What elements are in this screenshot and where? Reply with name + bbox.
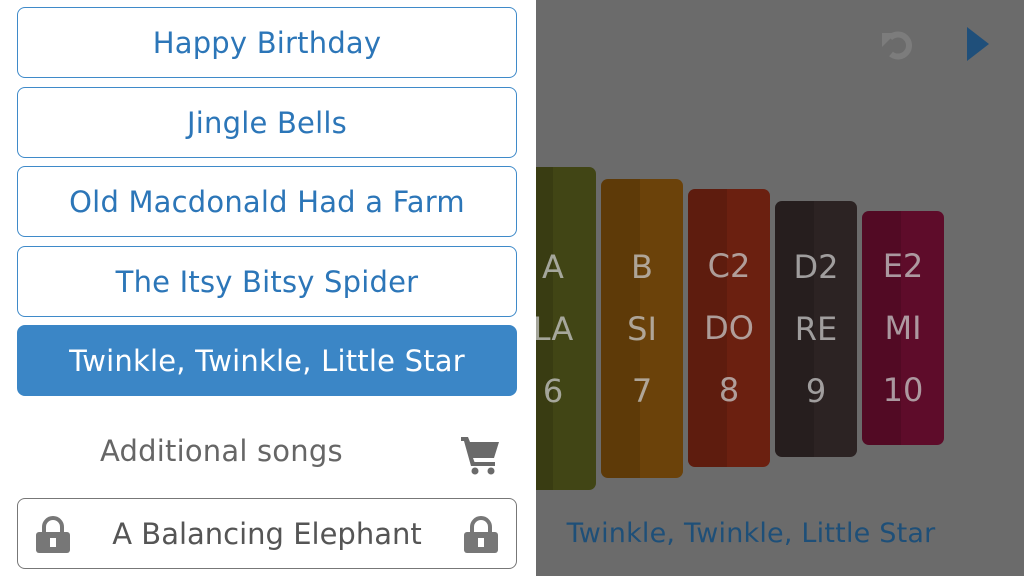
song-label: Old Macdonald Had a Farm [69, 184, 465, 219]
additional-songs-heading: Additional songs [100, 434, 343, 468]
bar-note: A [542, 247, 564, 286]
bar-note: B [631, 247, 653, 286]
bar-note: D2 [793, 248, 839, 286]
cart-button[interactable] [458, 432, 502, 476]
song-label: Happy Birthday [152, 25, 382, 60]
bar-note: E2 [882, 247, 924, 285]
bar-note: C2 [707, 247, 751, 285]
song-label: The Itsy Bitsy Spider [115, 264, 419, 299]
bar-solfege: MI [884, 309, 922, 347]
play-button[interactable] [956, 22, 1000, 66]
song-label: Twinkle, Twinkle, Little Star [69, 343, 465, 378]
bar-solfege: RE [794, 310, 838, 348]
bar-number: 8 [718, 371, 740, 409]
play-icon [967, 27, 989, 61]
song-button-jingle-bells[interactable]: Jingle Bells [17, 87, 517, 158]
undo-icon [882, 31, 912, 60]
xylophone-bar-b[interactable]: B SI 7 [601, 179, 683, 478]
cart-icon [461, 437, 499, 475]
bar-number: 6 [542, 371, 564, 410]
song-label: Jingle Bells [187, 105, 347, 140]
bar-solfege: LA [532, 309, 574, 348]
locked-song-button-balancing-elephant[interactable]: A Balancing Elephant [17, 498, 517, 569]
bar-solfege: DO [704, 309, 754, 347]
lock-icon [36, 516, 70, 553]
song-button-happy-birthday[interactable]: Happy Birthday [17, 7, 517, 78]
xylophone-bar-d2[interactable]: D2 RE 9 [775, 201, 857, 457]
locked-song-label: A Balancing Elephant [112, 516, 422, 551]
song-drawer: Happy Birthday Jingle Bells Old Macdonal… [0, 0, 536, 576]
xylophone-bar-c2[interactable]: C2 DO 8 [688, 189, 770, 467]
bar-number: 7 [631, 371, 653, 410]
bar-solfege: SI [627, 309, 657, 348]
lock-icon [464, 516, 498, 553]
current-song-title: Twinkle, Twinkle, Little Star [566, 518, 936, 549]
undo-button[interactable] [876, 22, 920, 66]
song-button-twinkle-twinkle[interactable]: Twinkle, Twinkle, Little Star [17, 325, 517, 396]
xylophone-bar-e2[interactable]: E2 MI 10 [862, 211, 944, 445]
bar-number: 9 [805, 372, 827, 410]
bar-number: 10 [882, 371, 924, 409]
song-button-itsy-bitsy-spider[interactable]: The Itsy Bitsy Spider [17, 246, 517, 317]
song-button-old-macdonald[interactable]: Old Macdonald Had a Farm [17, 166, 517, 237]
